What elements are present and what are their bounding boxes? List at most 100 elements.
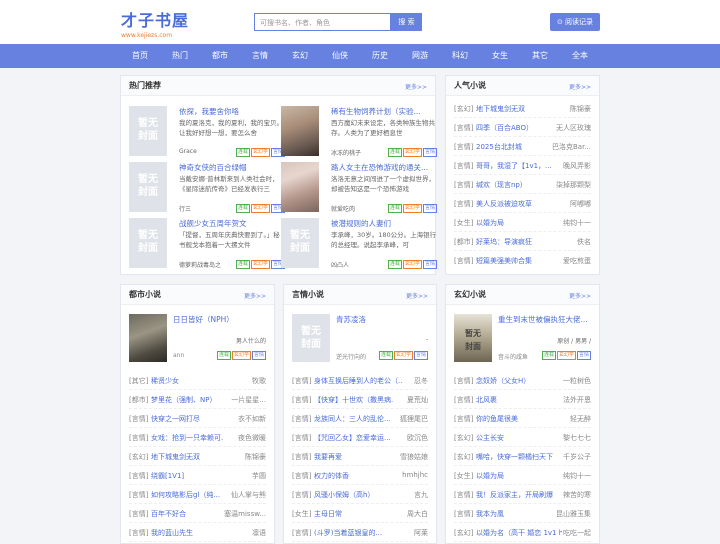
- list-item[interactable]: [言情] 美人反派被迫攻草 阿嘟嘟: [454, 193, 591, 213]
- popular-more-link[interactable]: 更多>>: [569, 82, 591, 91]
- nav-other[interactable]: 其它: [520, 44, 560, 68]
- item-title[interactable]: 我的蓝山先生: [151, 528, 227, 538]
- list-item[interactable]: [玄幻] 地下城鬼剑无双 陈锦豪: [454, 98, 591, 118]
- nav-history[interactable]: 历史: [360, 44, 400, 68]
- item-title[interactable]: 我本为凰: [476, 509, 556, 519]
- item-title[interactable]: 梦里花（强制、NP）: [151, 395, 223, 405]
- list-item[interactable]: [女生] 以婚为局 纯钧十一: [454, 212, 591, 232]
- nav-game[interactable]: 网游: [400, 44, 440, 68]
- book-cover[interactable]: [281, 162, 319, 212]
- item-title[interactable]: 地下城鬼剑无双: [476, 104, 554, 114]
- list-item[interactable]: [言情] (斗罗)当着蓝银皇的... 阿莱: [292, 522, 428, 542]
- list-item[interactable]: [言情] 2025台北封城 巴洛克Bar...: [454, 136, 591, 156]
- hot-more-link[interactable]: 更多>>: [405, 82, 427, 91]
- item-title[interactable]: 好莱坞：导演疯狂: [476, 237, 554, 247]
- item-title[interactable]: 女戏：抢到一只幸赖可...: [151, 433, 223, 443]
- item-title[interactable]: 百年不好合: [151, 509, 221, 519]
- item-title[interactable]: 北风裹: [476, 395, 556, 405]
- list-item[interactable]: [言情] 我要再爱 雪狼姑娘: [292, 446, 428, 466]
- list-item[interactable]: [言情] 我本为凰 昆山雅玉集: [454, 503, 591, 523]
- book-title[interactable]: 青苏凌洛: [336, 314, 432, 325]
- hot-item[interactable]: 暂无 封面 被潜规则的人妻们 李承峰，30岁。180公分。上海银行的总经理。说起李…: [281, 218, 437, 284]
- list-item[interactable]: [言情] 百年不好合 塞温missw...: [129, 503, 266, 523]
- cover-placeholder[interactable]: 暂无 封面: [281, 218, 319, 268]
- list-item[interactable]: [言情] 快穿之一网打尽 衣不如新: [129, 408, 266, 428]
- list-item[interactable]: [言情] 缄欢（现言np） 柒掉那颗梨: [454, 174, 591, 194]
- item-title[interactable]: 四季（百合ABO）: [476, 123, 554, 133]
- list-item[interactable]: [玄幻] 以婚为名（高干 婚恋 1v1 h） 吃吃一起: [454, 522, 591, 542]
- featured-book[interactable]: 暂无 封面 青苏凌洛 - 逆光行向的 连载 玄幻学 言情: [292, 314, 428, 366]
- nav-romance[interactable]: 言情: [240, 44, 280, 68]
- item-title[interactable]: 【快穿】十世欢（撒黑病...: [314, 395, 394, 405]
- item-title[interactable]: 地下城鬼剑无双: [151, 452, 227, 462]
- cover-placeholder[interactable]: 暂无 封面: [129, 162, 167, 212]
- book-title[interactable]: 日日皆好（NPH）: [173, 314, 269, 325]
- list-item[interactable]: [言情] 短篇美强美帅合集 爱吃煎蛋: [454, 250, 591, 270]
- list-item[interactable]: [言情] 哥哥，我湿了【1v1，... 晚风弄影: [454, 155, 591, 175]
- list-item[interactable]: [言情] 风骚小保姆（高h） 言九: [292, 484, 428, 504]
- list-item[interactable]: [玄幻] 地下城鬼剑无双 陈锦豪: [129, 446, 266, 466]
- logo-title[interactable]: 才子书屋: [121, 7, 189, 31]
- item-title[interactable]: 【咒回乙女】恋爱幸运...: [314, 433, 394, 443]
- nav-scifi[interactable]: 科幻: [440, 44, 480, 68]
- item-title[interactable]: 嘴哈，快穿一颗橘扫天下: [476, 452, 562, 462]
- item-title[interactable]: 权力的体香: [314, 471, 394, 481]
- list-item[interactable]: [言情] 龙族同人：三人的乱伦... 狐狸尾巴: [292, 408, 428, 428]
- list-item[interactable]: [玄幻] 嘴哈，快穿一颗橘扫天下 千岁公子: [454, 446, 591, 466]
- list-item[interactable]: [言情] 你的鱼尾很美 轻无醉: [454, 408, 591, 428]
- list-item[interactable]: [言情] 绕霸[1V1] 芋圆: [129, 465, 266, 485]
- list-item[interactable]: [其它] 稀贤少女 牧歌: [129, 370, 266, 390]
- book-title[interactable]: 重生到末世被偏执狂大佬...: [498, 314, 597, 325]
- item-title[interactable]: 以婚为局: [476, 471, 556, 481]
- nav-hot[interactable]: 热门: [160, 44, 200, 68]
- book-cover[interactable]: [129, 314, 167, 362]
- list-item[interactable]: [言情] 女戏：抢到一只幸赖可... 夜色微暖: [129, 427, 266, 447]
- book-title[interactable]: 稀有生物饲养计划（实验...: [331, 106, 437, 117]
- item-title[interactable]: 念奴娇（父女H）: [476, 376, 556, 386]
- item-title[interactable]: 如何攻略影后gl（纯...: [151, 490, 221, 500]
- item-title[interactable]: 2025台北封城: [476, 142, 546, 152]
- item-title[interactable]: 我要再爱: [314, 452, 394, 462]
- item-title[interactable]: 以婚为名（高干 婚恋 1v1 h）: [476, 528, 562, 538]
- nav-fantasy[interactable]: 玄幻: [280, 44, 320, 68]
- cover-placeholder[interactable]: 暂无 封面: [129, 218, 167, 268]
- list-item[interactable]: [女生] 以婚为局 纯钧十一: [454, 465, 591, 485]
- cover-placeholder[interactable]: 暂无 封面: [292, 314, 330, 362]
- book-title[interactable]: 被潜规则的人妻们: [331, 218, 437, 229]
- list-item[interactable]: [言情] 四季（百合ABO） 无人区玫瑰: [454, 117, 591, 137]
- fantasy-more-link[interactable]: 更多>>: [569, 291, 591, 300]
- list-item[interactable]: [都市] 好莱坞：导演疯狂 佚名: [454, 231, 591, 251]
- item-title[interactable]: 稀贤少女: [151, 376, 227, 386]
- list-item[interactable]: [言情] 【咒回乙女】恋爱幸运... 欧沉色: [292, 427, 428, 447]
- featured-book[interactable]: 暂无 封面 重生到末世被偏执狂大佬... 原创 / 男男 / 音斗的咸鱼 连载 玄幻…: [454, 314, 591, 366]
- search-button[interactable]: 搜 索: [391, 13, 422, 31]
- list-item[interactable]: [言情] 身体互换后睡到人的老公（... 忍冬: [292, 370, 428, 390]
- list-item[interactable]: [言情] 【快穿】十世欢（撒黑病... 夏荒灿: [292, 389, 428, 409]
- item-title[interactable]: 风骚小保姆（高h）: [314, 490, 394, 500]
- book-cover[interactable]: [281, 106, 319, 156]
- list-item[interactable]: [言情] 我！反派家主，开局刷爆 辣苦的寒: [454, 484, 591, 504]
- item-title[interactable]: 你的鱼尾很美: [476, 414, 556, 424]
- nav-complete[interactable]: 全本: [560, 44, 600, 68]
- item-title[interactable]: 龙族同人：三人的乱伦...: [314, 414, 394, 424]
- romance-more-link[interactable]: 更多>>: [406, 291, 428, 300]
- list-item[interactable]: [女生] 主母日常 周大白: [292, 503, 428, 523]
- item-title[interactable]: 缄欢（现言np）: [476, 180, 554, 190]
- item-title[interactable]: 绕霸[1V1]: [151, 471, 227, 481]
- book-cover[interactable]: 暂无 封面: [454, 314, 492, 362]
- nav-city[interactable]: 都市: [200, 44, 240, 68]
- cover-placeholder[interactable]: 暂无 封面: [129, 106, 167, 156]
- item-title[interactable]: 主母日常: [314, 509, 394, 519]
- item-title[interactable]: 美人反派被迫攻草: [476, 199, 554, 209]
- site-logo[interactable]: 才子书屋 www.kejiezs.com: [121, 7, 189, 39]
- book-title[interactable]: 依探，我要舍你咯: [179, 106, 285, 117]
- item-title[interactable]: (斗罗)当着蓝银皇的...: [314, 528, 402, 538]
- list-item[interactable]: [言情] 北风裹 法外开恩: [454, 389, 591, 409]
- nav-home[interactable]: 首页: [120, 44, 160, 68]
- item-title[interactable]: 公主长安: [476, 433, 556, 443]
- list-item[interactable]: [言情] 权力的体香 hmhjhc: [292, 465, 428, 485]
- search-input[interactable]: 可搜书名、作者、角色: [254, 13, 391, 31]
- featured-book[interactable]: 日日皆好（NPH） 男人什么的 ann 连载 玄幻学 言情: [129, 314, 266, 366]
- city-more-link[interactable]: 更多>>: [244, 291, 266, 300]
- list-item[interactable]: [都市] 梦里花（强制、NP） 一片星星...: [129, 389, 266, 409]
